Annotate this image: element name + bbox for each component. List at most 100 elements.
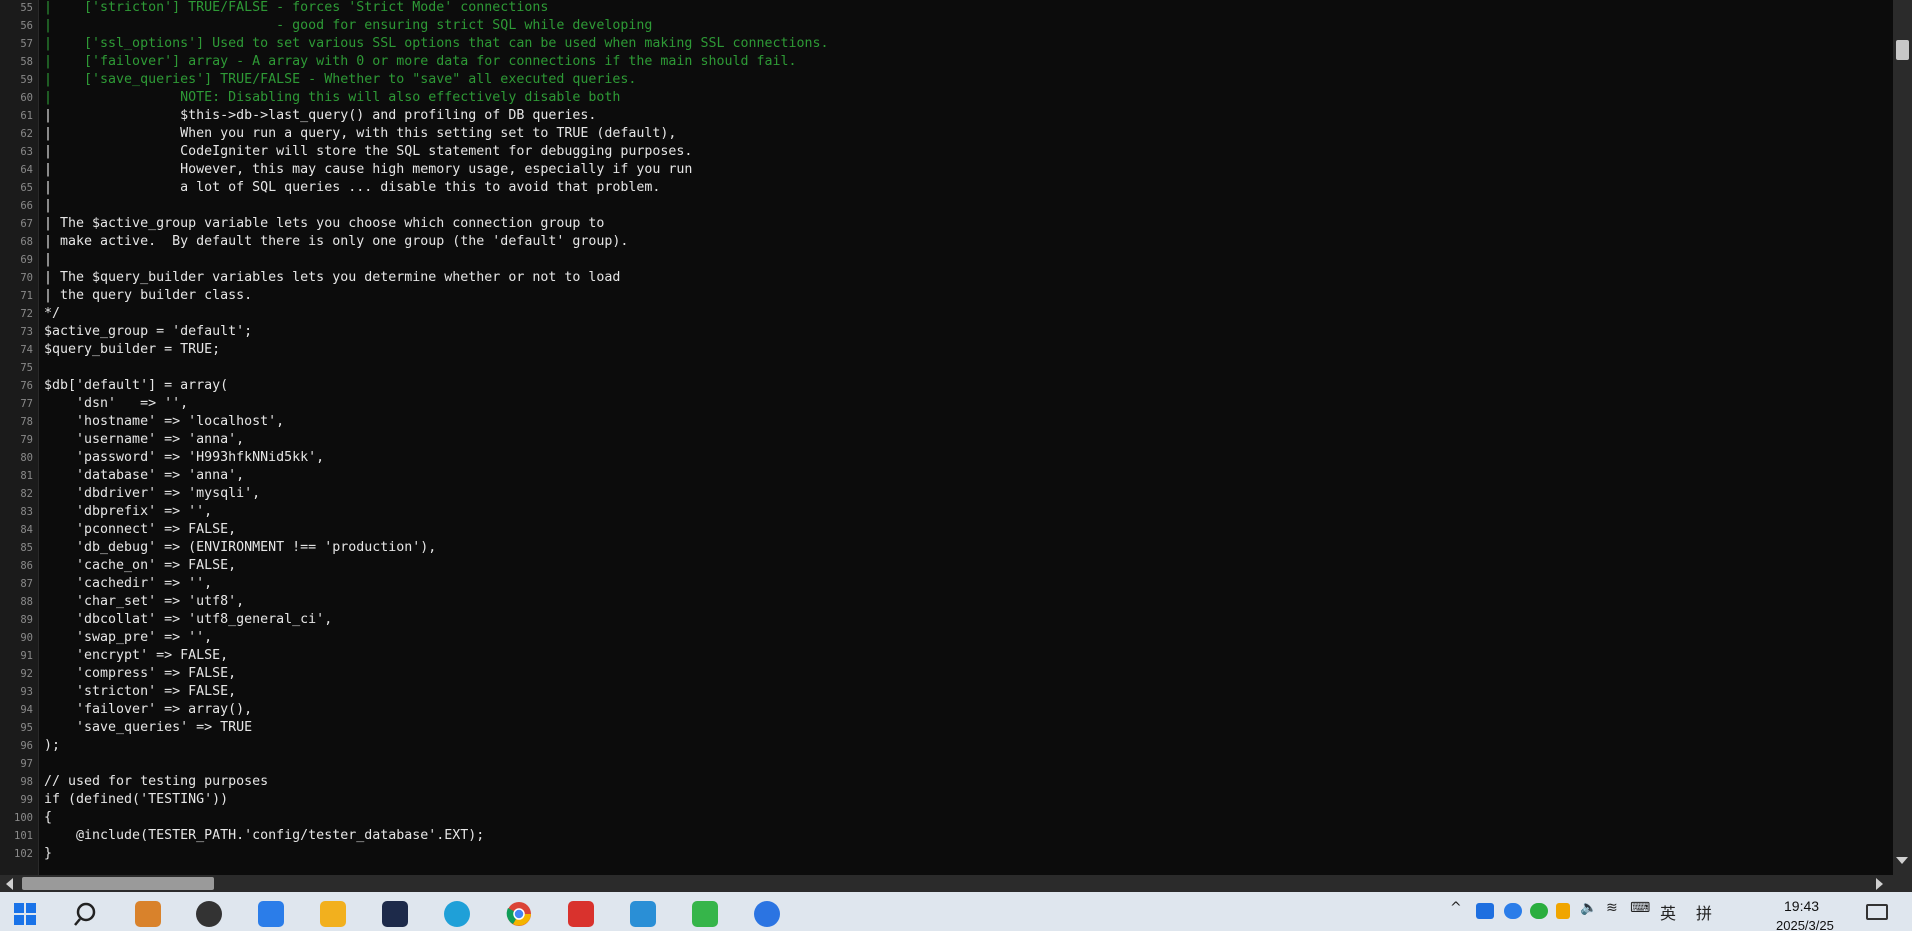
tray-app-blue-icon[interactable] (1476, 903, 1494, 919)
code-line[interactable]: 90 'swap_pre' => '', (0, 629, 1893, 647)
code-line[interactable]: 75 (0, 359, 1893, 377)
code-line-text[interactable]: | CodeIgniter will store the SQL stateme… (44, 143, 692, 161)
code-line[interactable]: 94 'failover' => array(), (0, 701, 1893, 719)
chrome-icon[interactable] (506, 901, 532, 927)
code-line[interactable]: 69 | (0, 251, 1893, 269)
code-line[interactable]: 76 $db['default'] = array( (0, 377, 1893, 395)
code-line-text[interactable]: $db['default'] = array( (44, 377, 228, 395)
code-line[interactable]: 66 | (0, 197, 1893, 215)
code-line[interactable]: 87 'cachedir' => '', (0, 575, 1893, 593)
scroll-down-arrow-icon[interactable] (1896, 857, 1908, 864)
code-line-text[interactable]: 'save_queries' => TRUE (44, 719, 252, 737)
code-line[interactable]: 67 | The $active_group variable lets you … (0, 215, 1893, 233)
wps-icon[interactable] (568, 901, 594, 927)
code-line-text[interactable]: 'hostname' => 'localhost', (44, 413, 284, 431)
code-line-text[interactable]: 'failover' => array(), (44, 701, 252, 719)
code-line[interactable]: 60 | NOTE: Disabling this will also effec… (0, 89, 1893, 107)
code-line-text[interactable]: | make active. By default there is only … (44, 233, 628, 251)
code-line-text[interactable]: 'cachedir' => '', (44, 575, 212, 593)
code-line-text[interactable]: 'dbcollat' => 'utf8_general_ci', (44, 611, 332, 629)
code-line[interactable]: 57 | ['ssl_options'] Used to set various … (0, 35, 1893, 53)
code-line-text[interactable]: | However, this may cause high memory us… (44, 161, 692, 179)
ime-mode-indicator[interactable]: 拼 (1696, 900, 1712, 923)
window-app-icon[interactable] (630, 901, 656, 927)
code-line-text[interactable]: 'dbdriver' => 'mysqli', (44, 485, 260, 503)
code-line[interactable]: 61 | $this->db->last_query() and profilin… (0, 107, 1893, 125)
code-line[interactable]: 73 $active_group = 'default'; (0, 323, 1893, 341)
code-line[interactable]: 74 $query_builder = TRUE; (0, 341, 1893, 359)
code-line-text[interactable]: 'database' => 'anna', (44, 467, 244, 485)
code-line[interactable]: 100 { (0, 809, 1893, 827)
scroll-left-arrow-icon[interactable] (6, 878, 13, 890)
code-line[interactable]: 72 */ (0, 305, 1893, 323)
code-line[interactable]: 55 | ['stricton'] TRUE/FALSE - forces 'St… (0, 0, 1893, 17)
code-line-text[interactable]: if (defined('TESTING')) (44, 791, 228, 809)
code-line-text[interactable]: | a lot of SQL queries ... disable this … (44, 179, 660, 197)
code-line[interactable]: 96); (0, 737, 1893, 755)
code-line-text[interactable]: $active_group = 'default'; (44, 323, 252, 341)
code-line-text[interactable]: | - good for ensuring strict SQL while d… (44, 17, 652, 35)
green-app-icon[interactable] (692, 901, 718, 927)
horizontal-scroll-thumb[interactable] (22, 877, 214, 890)
code-editor[interactable]: 55 | ['stricton'] TRUE/FALSE - forces 'St… (0, 0, 1893, 875)
code-line-text[interactable]: | ['save_queries'] TRUE/FALSE - Whether … (44, 71, 636, 89)
code-line-text[interactable]: 'dbprefix' => '', (44, 503, 212, 521)
code-line-text[interactable]: // used for testing purposes (44, 773, 268, 791)
folder-icon[interactable] (320, 901, 346, 927)
code-line-text[interactable]: 'username' => 'anna', (44, 431, 244, 449)
code-line-text[interactable]: } (44, 845, 52, 863)
code-line-text[interactable]: $query_builder = TRUE; (44, 341, 220, 359)
code-line[interactable]: 59 | ['save_queries'] TRUE/FALSE - Whethe… (0, 71, 1893, 89)
code-line-text[interactable]: 'pconnect' => FALSE, (44, 521, 236, 539)
notifications-icon[interactable] (1866, 904, 1888, 920)
edge-icon[interactable] (444, 901, 470, 927)
code-line[interactable]: 86 'cache_on' => FALSE, (0, 557, 1893, 575)
code-line-text[interactable]: 'compress' => FALSE, (44, 665, 236, 683)
vertical-scroll-thumb[interactable] (1896, 40, 1909, 60)
code-line[interactable]: 102} (0, 845, 1893, 863)
code-line[interactable]: 79 'username' => 'anna', (0, 431, 1893, 449)
code-line[interactable]: 71 | the query builder class. (0, 287, 1893, 305)
app-dark-icon[interactable] (196, 901, 222, 927)
search-icon[interactable] (73, 901, 99, 927)
code-line[interactable]: 92 'compress' => FALSE, (0, 665, 1893, 683)
code-line[interactable]: 95 'save_queries' => TRUE (0, 719, 1893, 737)
code-line-text[interactable]: ); (44, 737, 60, 755)
code-line-text[interactable]: | the query builder class. (44, 287, 252, 305)
code-line-text[interactable]: | When you run a query, with this settin… (44, 125, 676, 143)
scroll-right-arrow-icon[interactable] (1876, 878, 1883, 890)
code-line-text[interactable]: 'swap_pre' => '', (44, 629, 212, 647)
code-line[interactable]: 80 'password' => 'H993hfkNNid5kk', (0, 449, 1893, 467)
code-line[interactable]: 78 'hostname' => 'localhost', (0, 413, 1893, 431)
code-line[interactable]: 56 | - good for ensuring strict SQL while… (0, 17, 1893, 35)
code-line-text[interactable]: 'cache_on' => FALSE, (44, 557, 236, 575)
clock-time[interactable]: 19:43 (1784, 898, 1819, 914)
code-line[interactable]: 93 'stricton' => FALSE, (0, 683, 1893, 701)
volume-icon[interactable]: 🔈 (1580, 900, 1597, 922)
code-line-text[interactable]: */ (44, 305, 60, 323)
code-line[interactable]: 70 | The $query_builder variables lets yo… (0, 269, 1893, 287)
code-line[interactable]: 65 | a lot of SQL queries ... disable thi… (0, 179, 1893, 197)
code-line-text[interactable]: 'password' => 'H993hfkNNid5kk', (44, 449, 324, 467)
code-line[interactable]: 85 'db_debug' => (ENVIRONMENT !== 'produ… (0, 539, 1893, 557)
code-line-text[interactable]: 'char_set' => 'utf8', (44, 593, 244, 611)
wechat-icon[interactable] (1530, 903, 1548, 919)
code-line-text[interactable]: 'encrypt' => FALSE, (44, 647, 228, 665)
code-line-text[interactable]: @include(TESTER_PATH.'config/tester_data… (44, 827, 484, 845)
network-icon[interactable]: ≋ (1606, 900, 1618, 922)
horizontal-scrollbar[interactable] (0, 875, 1893, 892)
code-line[interactable]: 62 | When you run a query, with this sett… (0, 125, 1893, 143)
code-line-text[interactable]: | The $active_group variable lets you ch… (44, 215, 604, 233)
code-line-text[interactable]: | $this->db->last_query() and profiling … (44, 107, 596, 125)
code-line[interactable]: 68 | make active. By default there is onl… (0, 233, 1893, 251)
code-line[interactable]: 58 | ['failover'] array - A array with 0 … (0, 53, 1893, 71)
code-line[interactable]: 97 (0, 755, 1893, 773)
code-line-text[interactable]: 'stricton' => FALSE, (44, 683, 236, 701)
code-line-text[interactable]: { (44, 809, 52, 827)
code-line-text[interactable]: | The $query_builder variables lets you … (44, 269, 620, 287)
code-line[interactable]: 81 'database' => 'anna', (0, 467, 1893, 485)
code-line[interactable]: 89 'dbcollat' => 'utf8_general_ci', (0, 611, 1893, 629)
code-line[interactable]: 63 | CodeIgniter will store the SQL state… (0, 143, 1893, 161)
cat-app-icon[interactable] (382, 901, 408, 927)
code-line[interactable]: 77 'dsn' => '', (0, 395, 1893, 413)
